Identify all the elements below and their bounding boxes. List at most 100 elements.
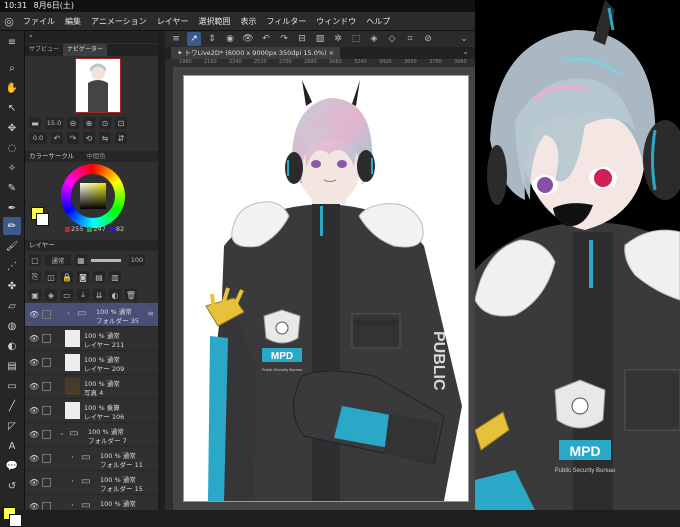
- layer-row[interactable]: 👁 100 % 通常 レイヤー 211: [25, 327, 158, 351]
- clip-icon[interactable]: ⎘: [29, 271, 41, 283]
- crop-icon[interactable]: ⌗: [403, 32, 417, 46]
- pen-tool-icon[interactable]: ✒: [3, 199, 21, 217]
- text-tool-icon[interactable]: A: [3, 437, 21, 455]
- tab-subview[interactable]: サブビュー: [25, 44, 63, 56]
- layer-row[interactable]: 👁 › ▭ 100 % 通常 フォルダー 35 ≡: [25, 303, 158, 327]
- sub-color-swatch[interactable]: [9, 514, 22, 527]
- figure-tool-icon[interactable]: ▭: [3, 377, 21, 395]
- app-logo-icon[interactable]: ◎: [0, 12, 18, 30]
- layer-lock-checkbox[interactable]: [42, 358, 51, 367]
- eye-icon[interactable]: 👁: [29, 382, 39, 391]
- zoom-value[interactable]: 15.0: [45, 117, 63, 129]
- eye-icon[interactable]: 👁: [29, 502, 39, 510]
- operation-icon[interactable]: ↗: [187, 32, 201, 46]
- menu-edit[interactable]: 編集: [65, 16, 81, 27]
- expand-arrow-icon[interactable]: ⌄: [59, 429, 65, 437]
- command-menu-icon[interactable]: ≡: [169, 32, 183, 46]
- eyedropper-tool-icon[interactable]: ✎: [3, 179, 21, 197]
- ref-layer-icon[interactable]: ◫: [45, 271, 57, 283]
- hand-tool-icon[interactable]: ✋: [3, 79, 21, 97]
- eye-icon[interactable]: 👁: [29, 430, 39, 439]
- eye-icon[interactable]: 👁: [29, 334, 39, 343]
- layer-lock-checkbox[interactable]: [42, 478, 51, 487]
- layer-lock-checkbox[interactable]: [42, 406, 51, 415]
- layer-row[interactable]: 👁 › ▭ 100 % 通常 フォルダー 11: [25, 447, 158, 471]
- zoom-in-icon[interactable]: ⊕: [83, 117, 95, 129]
- saturation-value-square[interactable]: [80, 183, 106, 209]
- clear-icon[interactable]: ⊟: [295, 32, 309, 46]
- hide-selection-icon[interactable]: ⊘: [421, 32, 435, 46]
- brush-tool-icon[interactable]: 🖌: [3, 237, 21, 255]
- undo-icon[interactable]: ↶: [259, 32, 273, 46]
- panel-collapse-icon[interactable]: «: [25, 31, 37, 43]
- tab-navigator[interactable]: ナビゲーター: [63, 44, 108, 56]
- layer-menu-icon[interactable]: ≡: [147, 309, 154, 318]
- tab-list-icon[interactable]: ⌄: [462, 47, 469, 56]
- canvas-artboard[interactable]: MPD Public Security Bureau PUBLIC: [183, 75, 469, 502]
- layer-lock-checkbox[interactable]: [42, 334, 51, 343]
- new-vector-layer-icon[interactable]: ◈: [45, 289, 57, 301]
- invert-selection-icon[interactable]: ◈: [367, 32, 381, 46]
- layer-row[interactable]: 👁 100 % 通常 レイヤー 209: [25, 351, 158, 375]
- line-tool-icon[interactable]: ╱: [3, 397, 21, 415]
- flip-h-icon[interactable]: ⇋: [99, 132, 111, 144]
- rotate-left-icon[interactable]: ↶: [51, 132, 63, 144]
- mask-icon[interactable]: ◙: [77, 271, 89, 283]
- eye-icon[interactable]: 👁: [29, 358, 39, 367]
- menu-view[interactable]: 表示: [240, 16, 256, 27]
- protect-alpha-icon[interactable]: ▦: [75, 254, 87, 266]
- menu-help[interactable]: ヘルプ: [366, 16, 390, 27]
- navigator-thumbnail[interactable]: [75, 58, 121, 113]
- select-layer-icon[interactable]: ◉: [223, 32, 237, 46]
- blend-tool-icon[interactable]: ◍: [3, 317, 21, 335]
- layer-row[interactable]: 👁 100 % 乗算 レイヤー 106: [25, 399, 158, 423]
- zoom-tool-icon[interactable]: ⌕: [3, 59, 21, 77]
- fit-icon[interactable]: ⊙: [99, 117, 111, 129]
- layer-lock-checkbox[interactable]: [42, 430, 51, 439]
- fill-tool-icon[interactable]: ◐: [3, 337, 21, 355]
- fill-selection-icon[interactable]: ▨: [313, 32, 327, 46]
- transfer-down-icon[interactable]: ⤓: [77, 289, 89, 301]
- lasso-tool-icon[interactable]: ◌: [3, 139, 21, 157]
- blend-mode-select[interactable]: 通常: [45, 254, 71, 266]
- zoom-slider-icon[interactable]: ▬: [29, 117, 41, 129]
- layer-lock-checkbox[interactable]: [42, 310, 51, 319]
- airbrush-tool-icon[interactable]: ⋰: [3, 257, 21, 275]
- menu-layer[interactable]: レイヤー: [157, 16, 189, 27]
- opacity-value[interactable]: 100: [129, 254, 145, 266]
- menu-animation[interactable]: アニメーション: [91, 16, 147, 27]
- tab-layer[interactable]: レイヤー: [29, 241, 55, 249]
- command-bar-collapse-icon[interactable]: ⌄: [457, 32, 471, 46]
- expand-arrow-icon[interactable]: ›: [71, 477, 74, 485]
- new-folder-icon[interactable]: ▭: [61, 289, 73, 301]
- toolbox-menu-icon[interactable]: ≡: [3, 33, 21, 51]
- expand-arrow-icon[interactable]: ›: [71, 501, 74, 509]
- balloon-tool-icon[interactable]: 💬: [3, 457, 21, 475]
- layer-lock-checkbox[interactable]: [42, 454, 51, 463]
- panel-sub-color[interactable]: [36, 213, 49, 226]
- expand-arrow-icon[interactable]: ›: [71, 453, 74, 461]
- layer-lock-checkbox[interactable]: [42, 382, 51, 391]
- move-tool-icon[interactable]: ✥: [3, 119, 21, 137]
- expand-arrow-icon[interactable]: ›: [67, 309, 70, 317]
- layer-lock-checkbox[interactable]: [42, 502, 51, 510]
- wand-tool-icon[interactable]: ✧: [3, 159, 21, 177]
- eraser-tool-icon[interactable]: ▱: [3, 297, 21, 315]
- color-wheel[interactable]: [61, 164, 125, 228]
- menu-file[interactable]: ファイル: [23, 16, 55, 27]
- tab-color-wheel[interactable]: カラーサークル: [29, 152, 74, 160]
- eye-icon[interactable]: 👁: [29, 310, 39, 319]
- layer-row[interactable]: 👁 › ▭ 100 % 通常 フォルダー 15: [25, 471, 158, 495]
- visibility-icon[interactable]: 👁: [241, 32, 255, 46]
- actual-size-icon[interactable]: ⊡: [115, 117, 127, 129]
- layer-color-icon[interactable]: ▥: [109, 271, 121, 283]
- menu-window[interactable]: ウィンドウ: [316, 16, 356, 27]
- operation-tool-icon[interactable]: ↖: [3, 99, 21, 117]
- opacity-slider[interactable]: [91, 254, 125, 266]
- angle-value[interactable]: 0.0: [29, 132, 47, 144]
- pencil-tool-icon[interactable]: ✏: [3, 217, 21, 235]
- correct-line-tool-icon[interactable]: ↺: [3, 477, 21, 495]
- layer-row[interactable]: 👁 ⌄ ▭ 100 % 通常 フォルダー 7: [25, 423, 158, 447]
- eye-icon[interactable]: 👁: [29, 454, 39, 463]
- menu-filter[interactable]: フィルター: [266, 16, 306, 27]
